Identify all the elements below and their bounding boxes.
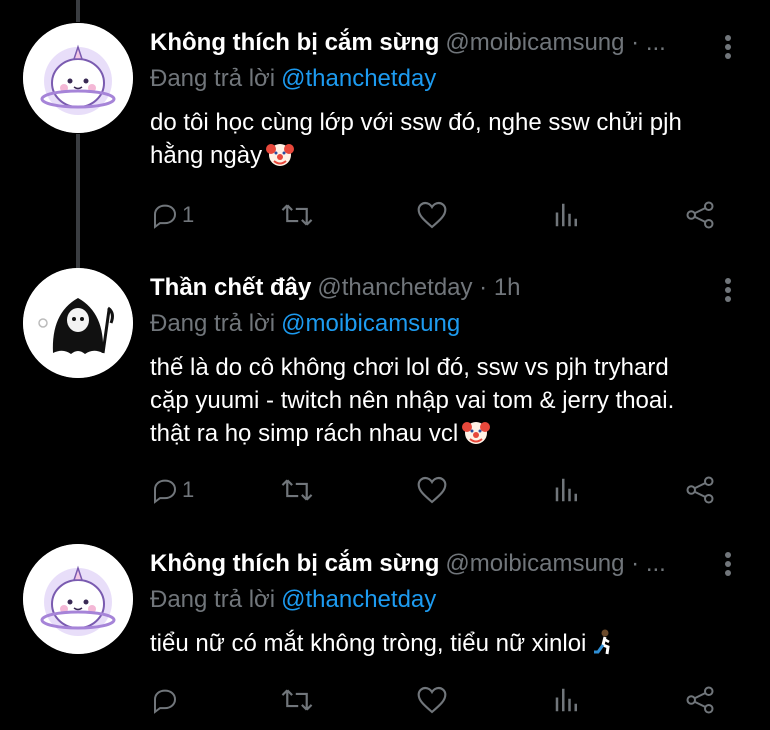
like-icon	[417, 201, 447, 229]
retweet-icon	[281, 479, 313, 501]
share-icon	[686, 686, 714, 714]
body-line-text: hằng ngày	[150, 142, 263, 169]
reply-icon	[154, 689, 177, 714]
analytics-icon	[555, 688, 577, 712]
avatar[interactable]	[23, 544, 133, 654]
analytics-icon	[555, 203, 577, 227]
reply-prefix: Đang trả lời	[150, 310, 276, 337]
thread-line	[76, 0, 80, 22]
person-kneeling-icon	[594, 629, 611, 655]
analytics-icon	[555, 478, 577, 502]
analytics-button[interactable]	[552, 683, 582, 717]
tweet-header: Không thích bị cắm sừng @moibicamsung · .…	[150, 549, 720, 579]
body-line: thế là do cô không chơi lol đó, ssw vs p…	[150, 354, 669, 381]
tweet-header: Không thích bị cắm sừng @moibicamsung · .…	[150, 28, 720, 58]
reply-button[interactable]: 1	[150, 473, 194, 507]
body-line: thật ra họ simp rách nhau vcl	[150, 417, 750, 450]
display-name[interactable]: Không thích bị cắm sừng	[150, 550, 439, 577]
reply-context: Đang trả lời @moibicamsung	[150, 309, 460, 339]
handle[interactable]: @moibicamsung · ...	[445, 29, 665, 56]
analytics-button[interactable]	[552, 473, 582, 507]
retweet-button[interactable]	[280, 198, 314, 232]
handle[interactable]: @moibicamsung · ...	[445, 550, 665, 577]
share-icon	[686, 476, 714, 504]
reply-context: Đang trả lời @thanchetday	[150, 585, 436, 615]
body-line-text: thật ra họ simp rách nhau vcl	[150, 420, 459, 447]
clown-face-icon	[266, 144, 295, 166]
reply-mention[interactable]: @thanchetday	[281, 65, 436, 92]
retweet-icon	[281, 689, 313, 711]
share-button[interactable]	[684, 683, 716, 717]
like-button[interactable]	[416, 473, 448, 507]
like-button[interactable]	[416, 683, 448, 717]
body-line: hằng ngày	[150, 139, 750, 172]
share-button[interactable]	[684, 198, 716, 232]
reply-context: Đang trả lời @thanchetday	[150, 64, 436, 94]
tweet-body: thế là do cô không chơi lol đó, ssw vs p…	[150, 351, 750, 450]
more-icon[interactable]	[722, 277, 734, 305]
reply-mention[interactable]: @moibicamsung	[281, 310, 460, 337]
body-line: do tôi học cùng lớp với ssw đó, nghe ssw…	[150, 109, 682, 136]
reply-button[interactable]	[150, 683, 182, 717]
body-line-text: tiểu nữ có mắt không tròng, tiểu nữ xinl…	[150, 630, 587, 657]
tweet-header: Thần chết đây @thanchetday · 1h	[150, 273, 720, 303]
reply-count: 1	[182, 202, 195, 227]
like-icon	[417, 476, 447, 504]
share-button[interactable]	[684, 473, 716, 507]
avatar[interactable]	[23, 268, 133, 378]
tweet-actions: 1	[150, 198, 730, 232]
reply-icon	[154, 479, 177, 504]
reply-icon	[154, 204, 177, 229]
reply-button[interactable]: 1	[150, 198, 194, 232]
like-button[interactable]	[416, 198, 448, 232]
tweet-body: tiểu nữ có mắt không tròng, tiểu nữ xinl…	[150, 627, 750, 660]
like-icon	[417, 686, 447, 714]
handle[interactable]: @thanchetday · 1h	[317, 274, 520, 301]
more-icon[interactable]	[722, 551, 734, 579]
avatar[interactable]	[23, 23, 133, 133]
more-icon[interactable]	[722, 34, 734, 62]
body-line: tiểu nữ có mắt không tròng, tiểu nữ xinl…	[150, 627, 750, 660]
analytics-button[interactable]	[552, 198, 582, 232]
retweet-icon	[281, 204, 313, 226]
reply-prefix: Đang trả lời	[150, 586, 276, 613]
reply-count: 1	[182, 477, 195, 502]
retweet-button[interactable]	[280, 683, 314, 717]
display-name[interactable]: Không thích bị cắm sừng	[150, 29, 439, 56]
display-name[interactable]: Thần chết đây	[150, 274, 311, 301]
ghost-unicorn-avatar	[23, 23, 133, 133]
grim-reaper-avatar	[23, 268, 133, 378]
tweet-actions	[150, 683, 730, 717]
thread-line	[76, 134, 80, 268]
tweet-actions: 1	[150, 473, 730, 507]
reply-prefix: Đang trả lời	[150, 65, 276, 92]
body-line: cặp yuumi - twitch nên nhập vai tom & je…	[150, 387, 675, 414]
reply-mention[interactable]: @thanchetday	[281, 586, 436, 613]
retweet-button[interactable]	[280, 473, 314, 507]
tweet-body: do tôi học cùng lớp với ssw đó, nghe ssw…	[150, 106, 750, 172]
clown-face-icon	[462, 422, 491, 444]
share-icon	[686, 201, 714, 229]
ghost-unicorn-avatar	[23, 544, 133, 654]
